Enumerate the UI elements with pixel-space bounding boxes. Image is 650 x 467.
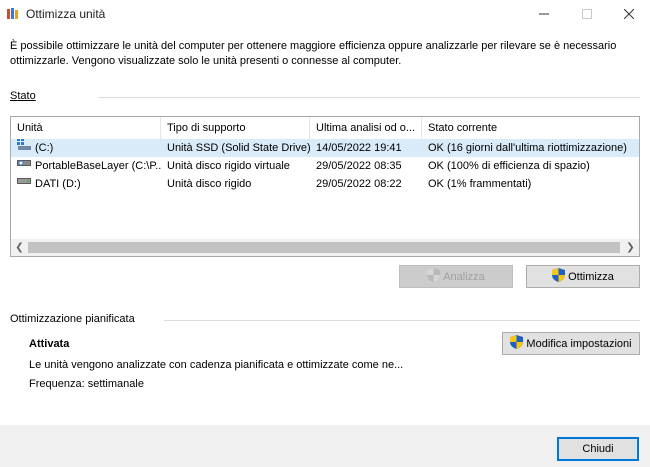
status-cell: OK (16 giorni dall'ultima riottimizzazio… [428,142,627,154]
table-row[interactable]: DATI (D:) Unità disco rigido 29/05/2022 … [11,175,639,193]
maximize-icon [582,9,592,19]
scrollbar-thumb[interactable] [28,242,620,253]
column-header-current-status[interactable]: Stato corrente [422,117,639,139]
window-title: Ottimizza unità [26,7,106,21]
scroll-left-icon[interactable]: ❮ [11,239,28,256]
status-cell: OK (1% frammentati) [428,178,532,190]
optimize-button[interactable]: Ottimizza [526,265,640,288]
media-type-cell: Unità disco rigido [167,178,252,190]
table-row[interactable]: (C:) Unità SSD (Solid State Drive) 14/05… [11,139,639,157]
media-type-cell: Unità SSD (Solid State Drive) [167,142,310,154]
column-header-media-type[interactable]: Tipo di supporto [161,117,310,139]
drive-name: PortableBaseLayer (C:\P... [35,160,161,172]
column-header-drive[interactable]: Unità [11,117,161,139]
uac-shield-icon [552,268,566,285]
close-icon [624,9,634,19]
last-run-cell: 14/05/2022 19:41 [316,142,402,154]
table-row[interactable]: PortableBaseLayer (C:\P... Unità disco r… [11,157,639,175]
hard-drive-icon [17,175,31,192]
column-header-last-run[interactable]: Ultima analisi od o... [310,117,422,139]
drive-name: DATI (D:) [35,178,81,190]
dialog-footer [0,425,650,467]
last-run-cell: 29/05/2022 08:22 [316,178,402,190]
schedule-description: Le unità vengono analizzate con cadenza … [29,359,404,371]
schedule-frequency: Frequenza: settimanale [29,378,144,390]
title-bar: Ottimizza unità [0,0,650,28]
minimize-icon [539,13,549,15]
status-cell: OK (100% di efficienza di spazio) [428,160,590,172]
drives-list[interactable]: Unità Tipo di supporto Ultima analisi od… [10,116,640,257]
horizontal-scrollbar[interactable]: ❮ ❯ [11,239,639,256]
windows-drive-icon [17,139,31,156]
status-group-label: Stato [10,90,36,102]
media-type-cell: Unità disco rigido virtuale [167,160,290,172]
schedule-status: Attivata [29,338,70,350]
defrag-app-icon [6,7,20,21]
status-group-divider [98,97,640,98]
scroll-right-icon[interactable]: ❯ [622,239,639,256]
list-header: Unità Tipo di supporto Ultima analisi od… [11,117,639,139]
close-window-button[interactable] [606,0,650,28]
intro-description: È possibile ottimizzare le unità del com… [10,40,617,67]
uac-shield-icon [510,335,524,352]
schedule-group-divider [164,320,640,321]
analyze-button[interactable]: Analizza [399,265,513,288]
scheduled-optimization-label: Ottimizzazione pianificata [10,313,135,325]
maximize-button[interactable] [564,0,610,28]
last-run-cell: 29/05/2022 08:35 [316,160,402,172]
uac-shield-icon [427,268,441,285]
change-settings-button[interactable]: Modifica impostazioni [502,332,640,355]
close-button[interactable]: Chiudi [557,437,639,461]
drive-name: (C:) [35,142,54,154]
minimize-button[interactable] [521,0,567,28]
virtual-drive-icon [17,157,31,174]
